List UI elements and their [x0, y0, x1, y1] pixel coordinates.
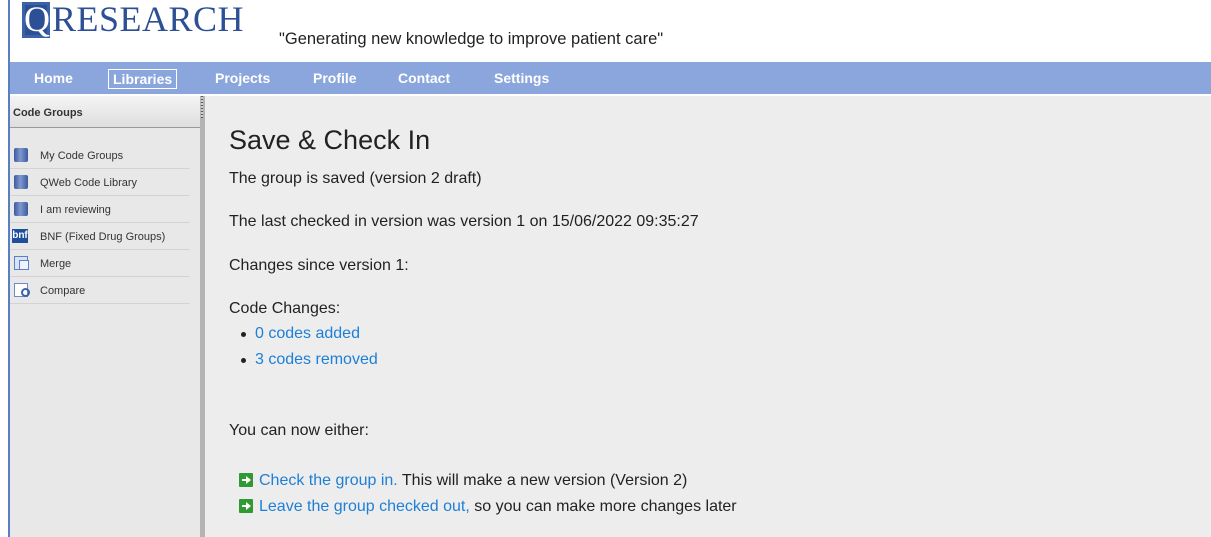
nav-libraries[interactable]: Libraries	[108, 69, 178, 89]
sidebar-item-compare[interactable]: Compare	[10, 277, 190, 304]
compare-icon	[14, 283, 30, 297]
sidebar-item-label: Compare	[40, 285, 86, 297]
sidebar-item-label: BNF (Fixed Drug Groups)	[40, 231, 166, 243]
main-content: Save & Check In The group is saved (vers…	[205, 96, 1211, 537]
merge-icon	[14, 256, 29, 270]
nav-projects[interactable]: Projects	[215, 69, 270, 87]
nav-settings[interactable]: Settings	[494, 69, 549, 87]
sidebar-item-bnf[interactable]: bnf BNF (Fixed Drug Groups)	[10, 223, 190, 250]
splitter-grip[interactable]	[201, 96, 203, 118]
main-nav: Home Libraries Projects Profile Contact …	[10, 62, 1211, 94]
qresearch-logo[interactable]: Q RESEARCH	[10, 0, 244, 50]
leave-checked-out-option: Leave the group checked out, so you can …	[239, 498, 737, 516]
leave-checked-out-description: so you can make more changes later	[469, 498, 737, 515]
sidebar-item-qweb-code-library[interactable]: QWeb Code Library	[10, 169, 190, 196]
saved-status-text: The group is saved (version 2 draft)	[229, 170, 482, 187]
check-in-option: Check the group in. This will make a new…	[239, 472, 687, 490]
logo-q-letter: Q	[24, 0, 50, 39]
sidebar-item-merge[interactable]: Merge	[10, 250, 190, 277]
check-in-link[interactable]: Check the group in.	[259, 472, 398, 489]
sidebar-item-label: I am reviewing	[40, 204, 111, 216]
codes-added-link[interactable]: 0 codes added	[241, 325, 360, 343]
options-intro-text: You can now either:	[229, 422, 369, 439]
last-checked-in-text: The last checked in version was version …	[229, 213, 699, 230]
sidebar: Code Groups My Code Groups QWeb Code Lib…	[10, 96, 200, 537]
tagline: "Generating new knowledge to improve pat…	[279, 30, 664, 48]
sidebar-header: Code Groups	[10, 96, 200, 128]
changes-since-text: Changes since version 1:	[229, 257, 409, 274]
database-icon	[14, 148, 28, 162]
nav-home[interactable]: Home	[34, 69, 73, 87]
nav-contact[interactable]: Contact	[398, 69, 450, 87]
bnf-icon: bnf	[12, 229, 28, 243]
code-changes-label: Code Changes:	[229, 300, 341, 317]
header: Q RESEARCH "Generating new knowledge to …	[10, 0, 1211, 62]
leave-checked-out-link[interactable]: Leave the group checked out,	[259, 498, 470, 515]
check-in-description: This will make a new version (Version 2)	[397, 472, 688, 489]
sidebar-item-label: Merge	[40, 258, 72, 270]
green-arrow-icon	[239, 473, 253, 487]
sidebar-item-label: QWeb Code Library	[40, 177, 138, 189]
database-icon	[14, 175, 28, 189]
nav-profile[interactable]: Profile	[313, 69, 357, 87]
database-icon	[14, 202, 28, 216]
sidebar-item-i-am-reviewing[interactable]: I am reviewing	[10, 196, 190, 223]
page-title: Save & Check In	[229, 125, 431, 155]
codes-removed-link[interactable]: 3 codes removed	[241, 351, 378, 369]
sidebar-title: Code Groups	[13, 107, 83, 119]
logo-text: RESEARCH	[52, 0, 245, 39]
sidebar-item-my-code-groups[interactable]: My Code Groups	[10, 142, 190, 169]
sidebar-item-label: My Code Groups	[40, 150, 124, 162]
green-arrow-icon	[239, 499, 253, 513]
